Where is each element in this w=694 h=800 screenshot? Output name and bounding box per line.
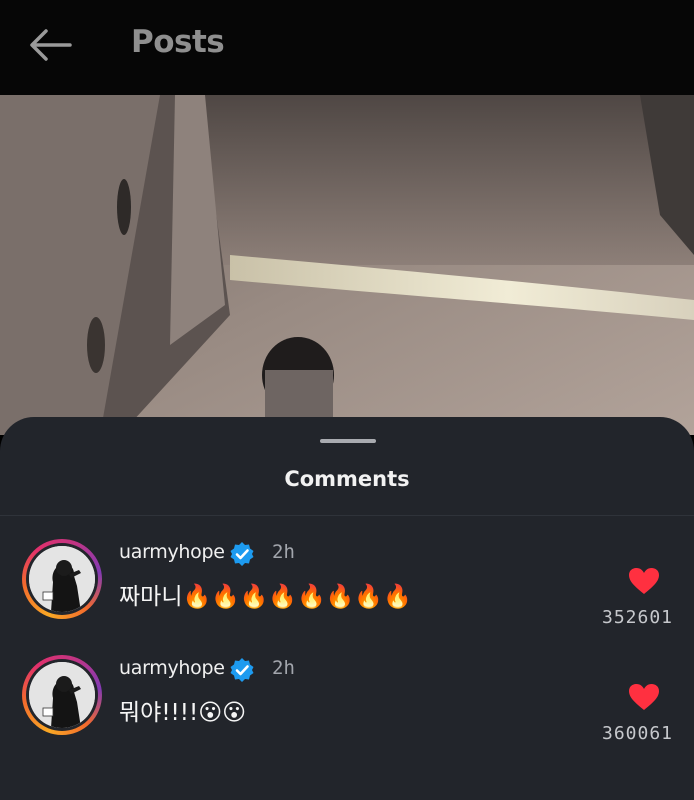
comment-username[interactable]: uarmyhope bbox=[119, 657, 225, 679]
comment-time: 2h bbox=[272, 657, 295, 679]
avatar-image-icon bbox=[29, 662, 95, 728]
comment-item: uarmyhope 2h 짜마니🔥🔥🔥🔥🔥🔥🔥🔥 352601 bbox=[0, 539, 694, 649]
post-image[interactable] bbox=[0, 95, 694, 435]
comment-text: 뭐야!!!!😮😮 bbox=[119, 700, 247, 726]
back-button[interactable] bbox=[26, 25, 74, 65]
avatar[interactable] bbox=[22, 655, 102, 735]
verified-badge-icon bbox=[230, 542, 254, 566]
divider bbox=[0, 515, 694, 516]
verified-badge-icon bbox=[230, 658, 254, 682]
top-bar: Posts bbox=[0, 0, 694, 95]
avatar[interactable] bbox=[22, 539, 102, 619]
arrow-left-icon bbox=[30, 29, 72, 61]
heart-icon[interactable] bbox=[628, 683, 660, 711]
comments-sheet: Comments uarmyhope 2h 짜마니🔥🔥🔥🔥🔥🔥🔥🔥 352601… bbox=[0, 417, 694, 800]
sheet-title: Comments bbox=[284, 467, 410, 491]
sheet-drag-handle[interactable] bbox=[320, 439, 376, 443]
like-count: 352601 bbox=[602, 607, 674, 628]
avatar-image-icon bbox=[29, 546, 95, 612]
comment-text: 짜마니🔥🔥🔥🔥🔥🔥🔥🔥 bbox=[119, 584, 412, 610]
comment-username[interactable]: uarmyhope bbox=[119, 541, 225, 563]
page-title: Posts bbox=[131, 24, 225, 60]
comment-time: 2h bbox=[272, 541, 295, 563]
like-count: 360061 bbox=[602, 723, 674, 744]
comment-item: uarmyhope 2h 뭐야!!!!😮😮 360061 bbox=[0, 655, 694, 765]
heart-icon[interactable] bbox=[628, 567, 660, 595]
